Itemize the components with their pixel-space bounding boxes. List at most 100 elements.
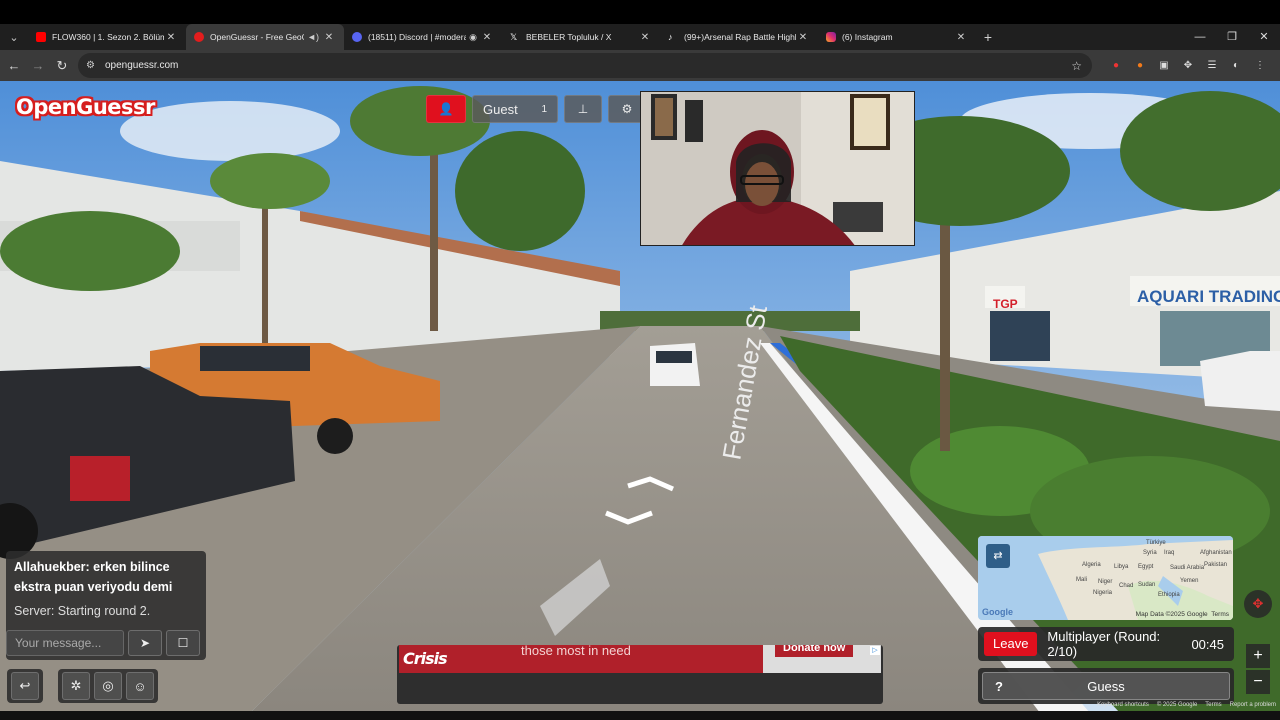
new-tab-button[interactable]: +: [976, 29, 1000, 45]
google-logo: Google: [982, 607, 1013, 617]
return-icon: ↩: [19, 678, 31, 693]
ad-cta-area: Donate now: [763, 645, 881, 673]
close-icon[interactable]: ✕: [954, 32, 968, 43]
close-icon[interactable]: ✕: [322, 32, 336, 43]
help-icon[interactable]: ?: [995, 679, 1003, 694]
close-icon[interactable]: ✕: [796, 32, 810, 43]
webcam-image: [641, 92, 914, 245]
map-expand-icon[interactable]: ⇄: [986, 544, 1010, 568]
guess-bar: ? Guess: [978, 668, 1234, 704]
map-attribution: Map Data ©2025 Google Terms: [1136, 611, 1229, 618]
chat-message: Allahuekber: erken bilince ekstra puan v…: [14, 560, 173, 594]
tab-discord[interactable]: (18511) Discord | #moderati ◉ ✕: [344, 24, 502, 50]
instagram-icon: [826, 32, 836, 42]
tab-instagram[interactable]: (6) Instagram ✕: [818, 24, 976, 50]
podium-button[interactable]: ⊥: [564, 95, 602, 123]
youtube-icon: [36, 32, 46, 42]
guest-player-chip[interactable]: Guest 1: [472, 95, 558, 123]
back-icon[interactable]: ←: [2, 58, 26, 73]
ad-banner[interactable]: Crisis those most in need Donate now ▷: [397, 645, 883, 704]
svg-text:Libya: Libya: [1114, 564, 1129, 570]
ad-choices-icon[interactable]: ▷: [870, 646, 880, 655]
podium-icon: ⊥: [577, 102, 589, 116]
guess-minimap[interactable]: Türkiye Syria Iraq Afghanistan Algeria L…: [978, 536, 1233, 620]
gear-icon: ⚙: [621, 102, 633, 116]
webcam-overlay: [640, 91, 915, 246]
tab-title: (99+)Arsenal Rap Battle Highlig: [684, 32, 796, 42]
send-button[interactable]: ➤: [128, 630, 162, 656]
discord-icon: [352, 32, 362, 42]
google-footer: Keyboard shortcuts © 2025 Google Terms R…: [1097, 702, 1276, 708]
speaker-icon[interactable]: ◄): [307, 32, 319, 42]
guess-button[interactable]: ? Guess: [982, 672, 1230, 700]
guest-count: 1: [541, 103, 547, 115]
map-tiles: Türkiye Syria Iraq Afghanistan Algeria L…: [978, 536, 1233, 620]
profile-avatar-icon[interactable]: ◐: [1224, 59, 1248, 73]
restore-icon[interactable]: ❐: [1216, 24, 1248, 50]
discord-icon: ◎: [102, 678, 114, 693]
tab-openguessr[interactable]: OpenGuessr - Free GeoGu ◄) ✕: [186, 24, 344, 50]
close-icon[interactable]: ✕: [480, 32, 494, 43]
bug-report-button[interactable]: ✲: [62, 672, 90, 700]
top-letterbox: [0, 0, 1280, 24]
close-icon[interactable]: ✕: [164, 32, 178, 43]
svg-text:Sudan: Sudan: [1138, 582, 1155, 588]
svg-text:Algeria: Algeria: [1082, 562, 1101, 568]
google-copyright: © 2025 Google: [1156, 702, 1198, 708]
keyboard-shortcuts-link[interactable]: Keyboard shortcuts: [1097, 702, 1149, 708]
svg-text:Egypt: Egypt: [1138, 564, 1154, 570]
user-icon: 👤: [438, 102, 454, 116]
map-data-text: Map Data ©2025 Google: [1135, 611, 1208, 618]
bottom-strip: [0, 711, 1280, 720]
report-problem-link[interactable]: Report a problem: [1230, 702, 1276, 708]
forward-icon[interactable]: →: [26, 58, 50, 73]
reddit-button[interactable]: ☺: [126, 672, 154, 700]
svg-text:Iraq: Iraq: [1164, 550, 1174, 556]
add-player-button[interactable]: 👤: [426, 95, 466, 123]
extensions-row: ● ● ▣ ✥ ☰ ◐ ⋮: [1104, 50, 1272, 81]
tab-x[interactable]: 𝕏 BEBELER Topluluk / X ✕: [502, 24, 660, 50]
reading-list-icon[interactable]: ☰: [1200, 59, 1224, 73]
discord-button[interactable]: ◎: [94, 672, 122, 700]
ad-tagline: those most in need: [521, 645, 631, 658]
zoom-out-icon[interactable]: −: [1246, 670, 1270, 694]
openguessr-logo[interactable]: OpenGuessr: [16, 95, 155, 119]
svg-text:Mali: Mali: [1076, 577, 1087, 583]
extension-orange-icon[interactable]: ●: [1128, 59, 1152, 73]
close-window-icon[interactable]: ✕: [1248, 24, 1280, 50]
bookmark-star-icon[interactable]: ☆: [1071, 59, 1082, 73]
send-icon: ➤: [139, 636, 151, 650]
return-button[interactable]: ↩: [11, 672, 39, 700]
tab-flow360[interactable]: FLOW360 | 1. Sezon 2. Bölüm - ✕: [28, 24, 186, 50]
round-indicator: Multiplayer (Round: 2/10): [1047, 629, 1161, 659]
storefront-sign-1: TGP: [993, 297, 1018, 311]
tab-search-icon[interactable]: ⌄: [0, 24, 28, 50]
x-logo-icon: 𝕏: [510, 32, 518, 42]
site-info-icon[interactable]: ⚙: [86, 60, 95, 71]
browser-toolbar: ← → ↻ ⚙ openguessr.com ☆ ● ● ▣ ✥ ☰ ◐ ⋮: [0, 50, 1280, 81]
ad-donate-button[interactable]: Donate now: [775, 645, 854, 657]
reload-icon[interactable]: ↻: [50, 58, 74, 74]
address-bar[interactable]: ⚙ openguessr.com ☆: [78, 53, 1092, 78]
leave-button[interactable]: Leave: [984, 632, 1038, 656]
compass-icon[interactable]: ✥: [1244, 590, 1272, 618]
player-bar: 👤 Guest 1 ⊥ ⚙: [426, 95, 646, 125]
menu-kebab-icon[interactable]: ⋮: [1248, 59, 1272, 73]
round-status-bar: Leave Multiplayer (Round: 2/10) 00:45: [978, 627, 1234, 661]
extension-grey-icon[interactable]: ▣: [1152, 59, 1176, 73]
map-terms-link[interactable]: Terms: [1211, 611, 1229, 618]
chat-input-row: Your message... ➤ ☐: [6, 630, 206, 658]
svg-text:Niger: Niger: [1098, 579, 1112, 585]
close-icon[interactable]: ✕: [638, 32, 652, 43]
svg-text:Pakistan: Pakistan: [1204, 562, 1227, 568]
emote-button[interactable]: ☐: [166, 630, 200, 656]
extensions-puzzle-icon[interactable]: ✥: [1176, 59, 1200, 73]
terms-link[interactable]: Terms: [1205, 702, 1221, 708]
tab-tiktok[interactable]: ♪ (99+)Arsenal Rap Battle Highlig ✕: [660, 24, 818, 50]
chat-input[interactable]: Your message...: [6, 630, 124, 656]
extension-red-icon[interactable]: ●: [1104, 59, 1128, 73]
zoom-in-icon[interactable]: +: [1246, 644, 1270, 668]
social-links-group: ✲ ◎ ☺: [58, 669, 158, 703]
minimize-icon[interactable]: —: [1184, 24, 1216, 50]
svg-text:Yemen: Yemen: [1180, 578, 1198, 584]
